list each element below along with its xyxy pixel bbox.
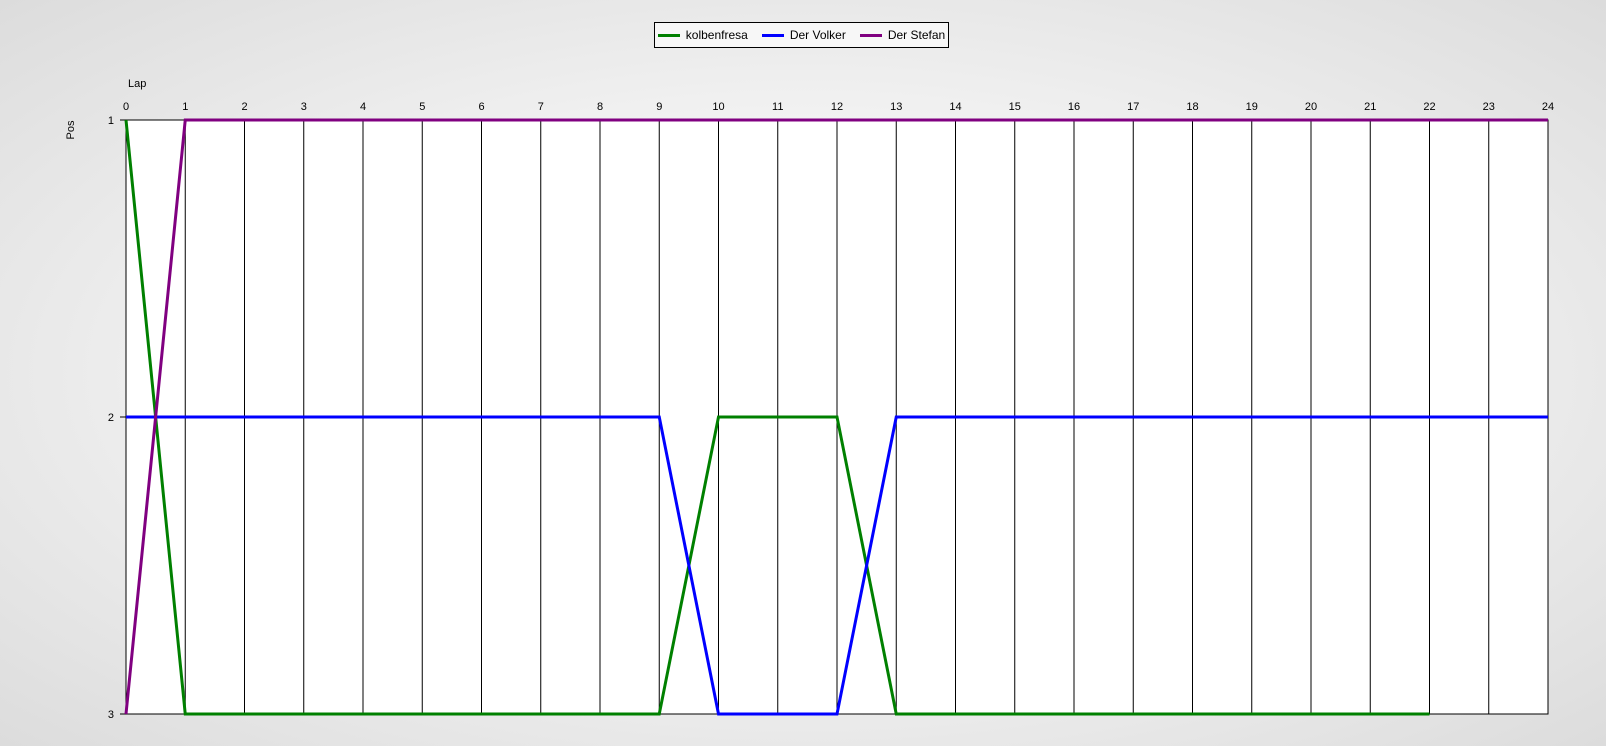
y-tick-label-3: 3: [108, 709, 114, 721]
x-tick-label-13: 13: [890, 101, 902, 113]
x-tick-label-23: 23: [1483, 101, 1495, 113]
x-tick-label-3: 3: [301, 101, 307, 113]
x-tick-label-1: 1: [182, 101, 188, 113]
x-tick-label-15: 15: [1009, 101, 1021, 113]
x-tick-label-21: 21: [1364, 101, 1376, 113]
x-tick-label-2: 2: [241, 101, 247, 113]
x-tick-label-24: 24: [1542, 101, 1554, 113]
x-tick-label-16: 16: [1068, 101, 1080, 113]
x-tick-label-14: 14: [949, 101, 961, 113]
x-tick-label-17: 17: [1127, 101, 1139, 113]
x-axis-label: Lap: [128, 78, 146, 90]
x-tick-label-12: 12: [831, 101, 843, 113]
x-tick-label-20: 20: [1305, 101, 1317, 113]
y-axis-label: Pos: [65, 120, 77, 139]
chart: kolbenfresa Der Volker Der Stefan 012345…: [0, 0, 1606, 746]
plot-svg: 0 1 2 3 4 5 6 7 8 9 10 11 12 13 14 15 16 17 18 19 20 21 22 23 24…: [65, 78, 1554, 721]
x-tick-label-5: 5: [419, 101, 425, 113]
y-tick-labels: 1 2 3: [108, 115, 126, 721]
x-tick-label-9: 9: [656, 101, 662, 113]
x-tick-label-10: 10: [712, 101, 724, 113]
y-tick-label-1: 1: [108, 115, 114, 127]
x-tick-label-19: 19: [1246, 101, 1258, 113]
x-tick-label-6: 6: [478, 101, 484, 113]
x-tick-label-11: 11: [772, 101, 783, 113]
x-tick-label-18: 18: [1186, 101, 1198, 113]
x-tick-label-22: 22: [1423, 101, 1435, 113]
x-tick-labels: 0 1 2 3 4 5 6 7 8 9 10 11 12 13 14 15 16 17 18 19 20 21 22 23 24: [123, 101, 1554, 113]
x-tick-label-4: 4: [360, 101, 366, 113]
x-tick-label-7: 7: [538, 101, 544, 113]
x-tick-label-8: 8: [597, 101, 603, 113]
x-tick-label-0: 0: [123, 101, 129, 113]
y-tick-label-2: 2: [108, 412, 114, 424]
